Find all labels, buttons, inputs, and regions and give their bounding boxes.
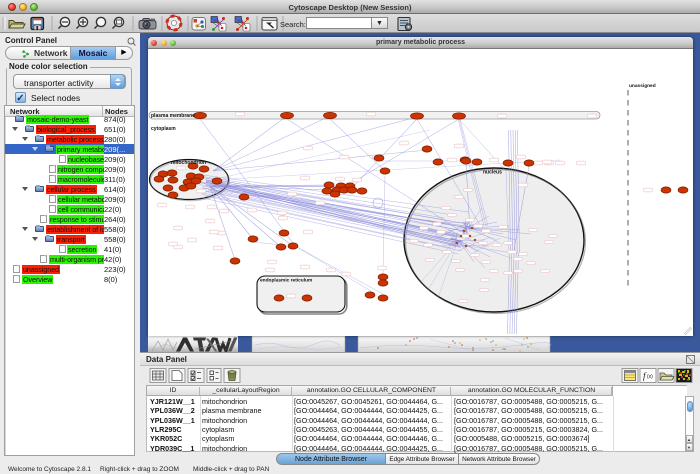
svg-text:unassigned: unassigned xyxy=(629,83,656,89)
svg-text:mitochondrion: mitochondrion xyxy=(171,160,206,166)
svg-text:(x): (x) xyxy=(647,374,653,380)
svg-text:nucleus: nucleus xyxy=(483,170,502,176)
svg-text:endoplasmic reticulum: endoplasmic reticulum xyxy=(260,278,312,284)
svg-text:plasma membrane: plasma membrane xyxy=(151,113,195,119)
svg-text:cytoplasm: cytoplasm xyxy=(151,126,176,132)
